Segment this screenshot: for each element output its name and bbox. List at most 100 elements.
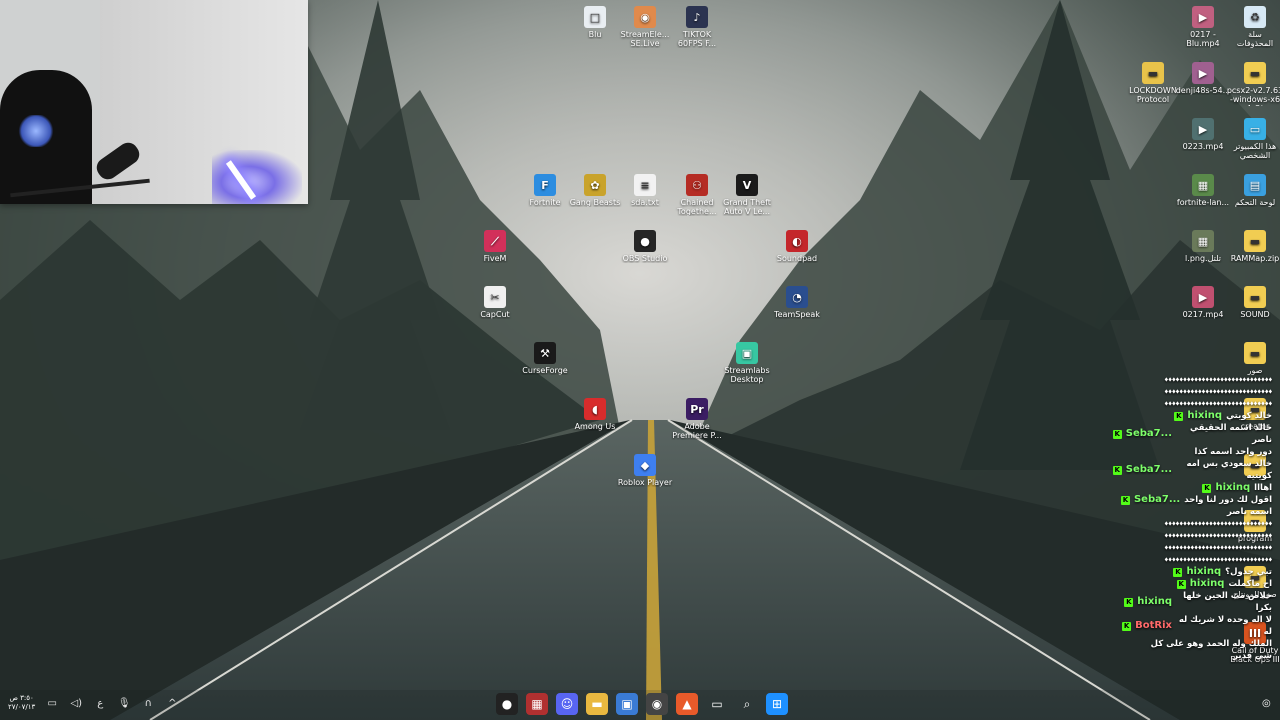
clock[interactable]: ٣:٥٠ ص ٢٧/٠٧/١٣ <box>8 694 35 712</box>
chat-separator: ♦♦♦♦♦♦♦♦♦♦♦♦♦♦♦♦♦♦♦♦♦♦♦♦♦♦♦♦♦ <box>1164 544 1272 552</box>
chat-message: K Seba7... خالد سعودي بس امه كويتيه <box>1098 458 1274 482</box>
task-view-taskbar-icon[interactable]: ▭ <box>706 693 728 715</box>
chat-message: Khixinq خالد كويتي <box>1098 410 1274 422</box>
kick-badge-icon: K <box>1176 579 1186 589</box>
mic-icon[interactable]: 🎙︎ <box>117 696 131 710</box>
photos-folder-icon: ▬ <box>1244 342 1266 364</box>
chat-message: K BotRix لا اله وحده لا شريك له له <box>1098 614 1274 638</box>
chat-message-text: لا اله وحده لا شريك له له <box>1178 615 1272 637</box>
chat-username[interactable]: hixinq <box>1186 566 1221 578</box>
chat-message: Khixinq اهااا <box>1098 482 1274 494</box>
webcam-led-light <box>212 150 302 204</box>
chat-message-continuation: شي قدير <box>1233 651 1272 661</box>
kick-badge-icon: K <box>1173 567 1183 577</box>
chat-separator: ♦♦♦♦♦♦♦♦♦♦♦♦♦♦♦♦♦♦♦♦♦♦♦♦♦♦♦♦♦ <box>1164 520 1272 528</box>
desktop-icon-label: Streamlabs Desktop <box>724 366 770 384</box>
obs-studio-icon: ● <box>634 230 656 252</box>
chat-username[interactable]: hixinq <box>1215 482 1250 494</box>
desktop-icon-control-panel[interactable]: ▤ لوحة التحكم <box>1222 174 1280 207</box>
chat-message-text: خالد اسمه الحقيقي ناصر <box>1190 423 1272 445</box>
kick-badge-icon: K <box>1174 411 1184 421</box>
desktop-icon-label: Adobe Premiere P... <box>672 422 722 440</box>
store-taskbar-icon[interactable]: ▣ <box>616 693 638 715</box>
desktop-icon-label: CapCut <box>480 310 510 319</box>
kick-badge-icon: K <box>1120 495 1130 505</box>
desktop-icon-capcut[interactable]: ✂ CapCut <box>462 286 528 319</box>
desktop-icon-label: هذا الكمبيوتر الشخصي <box>1233 142 1277 160</box>
obs-studio-taskbar-icon[interactable]: ◉ <box>646 693 668 715</box>
desktop-icon-sound-folder[interactable]: ▬ SOUND <box>1222 286 1280 319</box>
start-taskbar-icon[interactable]: ⊞ <box>766 693 788 715</box>
chat-message-text: اقول لك دور لنا واحد <box>1184 495 1272 505</box>
desktop-icon-tiktok[interactable]: ♪ TIKTOK 60FPS F... <box>664 6 730 48</box>
desktop-icon-label: OBS Studio <box>622 254 668 263</box>
curseforge-icon: ⚒ <box>534 342 556 364</box>
desktop-icon-photos-folder[interactable]: ▬ صور <box>1222 342 1280 375</box>
search-taskbar-icon[interactable]: ⌕ <box>736 693 758 715</box>
chat-username[interactable]: BotRix <box>1135 620 1172 632</box>
network-icon[interactable]: ▭ <box>45 696 59 710</box>
desktop-icon-label: Among Us <box>574 422 616 431</box>
chat-message-text: خالد كويتي <box>1226 411 1272 421</box>
chat-username[interactable]: Seba7... <box>1126 464 1172 476</box>
png-file-icon: ▦ <box>1192 230 1214 252</box>
show-desktop-icon[interactable]: ◎ <box>1262 698 1274 710</box>
desktop-icon-label: TIKTOK 60FPS F... <box>677 30 717 48</box>
desktop-icon-pcsx2[interactable]: ▬pcsx2-v2.7.63 -windows-x6 4-Qt <box>1222 62 1280 106</box>
gta5-icon: V <box>736 174 758 196</box>
kick-badge-icon: K <box>1122 621 1132 631</box>
desktop-icon-label: SOUND <box>1240 310 1270 319</box>
clock-time: ٣:٥٠ ص <box>9 694 34 702</box>
desktop-icon-label: 0217 - Blu.mp4 <box>1186 30 1220 48</box>
desktop-icon-this-pc[interactable]: ▭ هذا الكمبيوتر الشخصي <box>1222 118 1280 160</box>
brave-taskbar-icon[interactable]: ▲ <box>676 693 698 715</box>
recycle-bin-icon: ♻ <box>1244 6 1266 28</box>
roblox-icon: ◆ <box>634 454 656 476</box>
obs-taskbar-icon[interactable]: ● <box>496 693 518 715</box>
desktop-icon-curseforge[interactable]: ⚒ CurseForge <box>512 342 578 375</box>
teamspeak-icon: ◔ <box>786 286 808 308</box>
video-0217-blu-icon: ▶ <box>1192 6 1214 28</box>
chat-username[interactable]: Seba7... <box>1126 428 1172 440</box>
chat-message-text: خلاص مب الحين خلها بكرا <box>1183 591 1272 613</box>
chat-message-text: خالد سعودي بس امه كويتيه <box>1186 459 1272 481</box>
desktop-icon-premiere[interactable]: Pr Adobe Premiere P... <box>664 398 730 440</box>
chat-username[interactable]: hixinq <box>1187 410 1222 422</box>
desktop-icon-rammap-zip[interactable]: ▬ RAMMap.zip <box>1222 230 1280 263</box>
webcam-overlay <box>0 0 308 204</box>
volume-icon[interactable]: ◁) <box>69 696 83 710</box>
discord-taskbar-icon[interactable]: ☺ <box>556 693 578 715</box>
system-tray: ٣:٥٠ ص ٢٧/٠٧/١٣ ▭ ◁) ع 🎙︎ ∩ ^ <box>8 694 179 712</box>
rammap-zip-icon: ▬ <box>1244 230 1266 252</box>
desktop-icon-roblox[interactable]: ◆ Roblox Player <box>612 454 678 487</box>
gang-beasts-icon: ✿ <box>584 174 606 196</box>
chat-username[interactable]: hixinq <box>1137 596 1172 608</box>
kick-badge-icon: K <box>1124 597 1134 607</box>
desktop-icon-label: pcsx2-v2.7.63 -windows-x6 4-Qt <box>1226 86 1280 106</box>
meter-taskbar-icon[interactable]: ▦ <box>526 693 548 715</box>
chat-message-text: اهااا <box>1254 483 1272 493</box>
desktop-icon-soundpad[interactable]: ◐ Soundpad <box>764 230 830 263</box>
chat-message-text: تبي جدول؟ <box>1225 567 1272 577</box>
clock-date: ٢٧/٠٧/١٣ <box>8 703 36 711</box>
chat-username[interactable]: hixinq <box>1190 578 1225 590</box>
chat-separator: ♦♦♦♦♦♦♦♦♦♦♦♦♦♦♦♦♦♦♦♦♦♦♦♦♦♦♦♦♦ <box>1164 556 1272 564</box>
control-panel-icon: ▤ <box>1244 174 1266 196</box>
desktop-icon-fivem[interactable]: ⟋ FiveM <box>462 230 528 263</box>
desktop-icon-gta5[interactable]: V Grand Theft Auto V Le... <box>714 174 780 216</box>
desktop-icon-streamlabs[interactable]: ▣ Streamlabs Desktop <box>714 342 780 384</box>
desktop-icon-video-0217-blu[interactable]: ▶ 0217 - Blu.mp4 <box>1170 6 1236 48</box>
this-pc-icon: ▭ <box>1244 118 1266 140</box>
desktop-icon-obs-studio[interactable]: ● OBS Studio <box>612 230 678 263</box>
fortnite-icon: F <box>534 174 556 196</box>
webcam-chair-logo <box>18 115 54 147</box>
chat-message: Khixinq خلاص مب الحين خلها بكرا <box>1098 590 1274 614</box>
chat-username[interactable]: Seba7... <box>1134 494 1180 506</box>
language-indicator[interactable]: ع <box>93 696 107 710</box>
desktop-icon-label: Roblox Player <box>617 478 673 487</box>
desktop-icon-among-us[interactable]: ◖ Among Us <box>562 398 628 431</box>
chevron-up-icon[interactable]: ^ <box>165 696 179 710</box>
file-explorer-taskbar-icon[interactable]: ▬ <box>586 693 608 715</box>
headset-icon[interactable]: ∩ <box>141 696 155 710</box>
desktop-icon-teamspeak[interactable]: ◔ TeamSpeak <box>764 286 830 319</box>
